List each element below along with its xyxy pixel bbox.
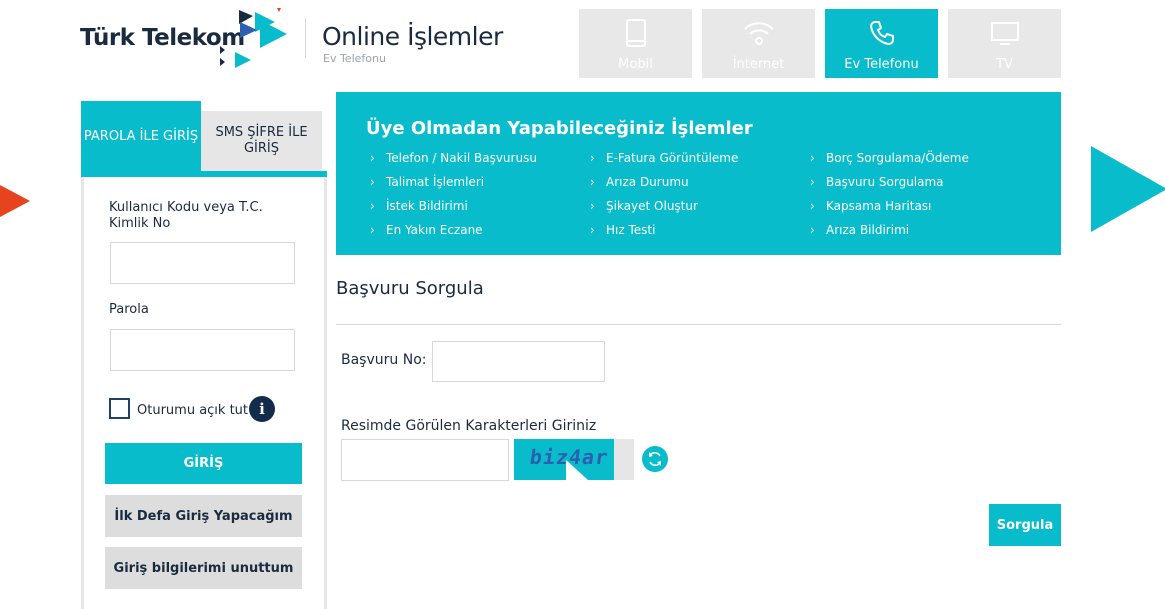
ops-link-sikayet[interactable]: › Şikayet Oluştur [590, 199, 698, 213]
header-divider [305, 18, 306, 58]
password-input[interactable] [110, 329, 295, 371]
phone-handset-icon [825, 19, 938, 45]
chevron-right-icon: › [370, 151, 375, 165]
username-input[interactable] [110, 242, 295, 284]
ops-link-label: Arıza Bildirimi [826, 223, 910, 237]
ops-link-telefon-nakil[interactable]: › Telefon / Nakil Başvurusu [370, 151, 537, 165]
tab-ev-telefonu[interactable]: Ev Telefonu [825, 9, 938, 78]
operations-title: Üye Olmadan Yapabileceğiniz İşlemler [366, 118, 753, 139]
info-icon[interactable]: i [249, 396, 275, 422]
ops-link-label: Şikayet Oluştur [606, 199, 698, 213]
ops-link-basvuru-sorgulama[interactable]: › Başvuru Sorgulama [810, 175, 944, 189]
turk-telekom-logo[interactable]: Türk Telekom [80, 8, 295, 76]
chevron-right-icon: › [370, 223, 375, 237]
ops-link-label: Telefon / Nakil Başvurusu [386, 151, 537, 165]
chevron-right-icon: › [370, 175, 375, 189]
ops-link-ariza-durumu[interactable]: › Arıza Durumu [590, 175, 689, 189]
ops-link-label: Arıza Durumu [606, 175, 689, 189]
username-label: Kullanıcı Kodu veya T.C. Kimlik No [109, 200, 263, 231]
tab-sms-login[interactable]: SMS ŞİFRE İLE GİRİŞ [201, 111, 322, 171]
section-title: Başvuru Sorgula [336, 278, 484, 299]
wifi-icon [702, 19, 815, 45]
ops-link-kapsama[interactable]: › Kapsama Haritası [810, 199, 931, 213]
refresh-captcha-icon[interactable] [642, 446, 668, 472]
section-divider [336, 324, 1061, 325]
chevron-right-icon: › [590, 151, 595, 165]
logo-mark-icon [220, 8, 287, 68]
chevron-right-icon: › [810, 223, 815, 237]
chevron-right-icon: › [590, 199, 595, 213]
tab-internet[interactable]: İnternet [702, 9, 815, 78]
tab-ev-telefonu-label: Ev Telefonu [844, 57, 919, 72]
ops-link-label: E-Fatura Görüntüleme [606, 151, 739, 165]
first-login-button[interactable]: İlk Defa Giriş Yapacağım [105, 495, 302, 537]
decorative-arrow-left [0, 185, 30, 217]
ops-link-borc[interactable]: › Borç Sorgulama/Ödeme [810, 151, 969, 165]
ops-link-hiz-testi[interactable]: › Hız Testi [590, 223, 655, 237]
tab-tv[interactable]: TV [948, 9, 1061, 78]
ops-link-label: Borç Sorgulama/Ödeme [826, 151, 969, 165]
ops-link-talimat[interactable]: › Talimat İşlemleri [370, 175, 484, 189]
ops-link-label: Talimat İşlemleri [386, 175, 485, 189]
ops-link-label: Başvuru Sorgulama [826, 175, 944, 189]
ops-link-ariza-bildirimi[interactable]: › Arıza Bildirimi [810, 223, 909, 237]
chevron-right-icon: › [810, 151, 815, 165]
ops-link-eczane[interactable]: › En Yakın Eczane [370, 223, 483, 237]
chevron-right-icon: › [810, 199, 815, 213]
password-label: Parola [109, 302, 149, 317]
remember-checkbox[interactable] [109, 398, 130, 419]
query-submit-button[interactable]: Sorgula [989, 504, 1061, 546]
chevron-right-icon: › [810, 175, 815, 189]
chevron-right-icon: › [370, 199, 375, 213]
basvuru-no-input[interactable] [432, 341, 605, 382]
app-subtitle: Ev Telefonu [323, 52, 386, 65]
ops-link-label: Kapsama Haritası [826, 199, 932, 213]
tab-internet-label: İnternet [732, 57, 785, 72]
forgot-credentials-button[interactable]: Giriş bilgilerimi unuttum [105, 547, 302, 589]
ops-link-istek[interactable]: › İstek Bildirimi [370, 199, 468, 213]
ops-link-efatura[interactable]: › E-Fatura Görüntüleme [590, 151, 738, 165]
ops-link-label: En Yakın Eczane [386, 223, 483, 237]
tab-mobil[interactable]: Mobil [579, 9, 692, 78]
mouse-cursor-icon [566, 460, 588, 480]
captcha-input[interactable] [341, 439, 509, 481]
ops-link-label: Hız Testi [606, 223, 656, 237]
captcha-label: Resimde Görülen Karakterleri Giriniz [341, 418, 597, 434]
tab-tv-label: TV [996, 57, 1013, 72]
basvuru-no-label: Başvuru No: [341, 352, 427, 368]
remember-label: Oturumu açık tut [137, 403, 249, 418]
mobile-phone-icon [579, 19, 692, 47]
tab-password-login[interactable]: PAROLA İLE GİRİŞ [81, 101, 201, 172]
app-title: Online İşlemler [322, 22, 503, 51]
decorative-arrow-right [1091, 146, 1165, 232]
login-button[interactable]: GİRİŞ [105, 443, 302, 484]
tab-mobil-label: Mobil [618, 57, 653, 72]
ops-link-label: İstek Bildirimi [386, 199, 468, 213]
chevron-right-icon: › [590, 223, 595, 237]
chevron-right-icon: › [590, 175, 595, 189]
tv-icon [948, 19, 1061, 45]
